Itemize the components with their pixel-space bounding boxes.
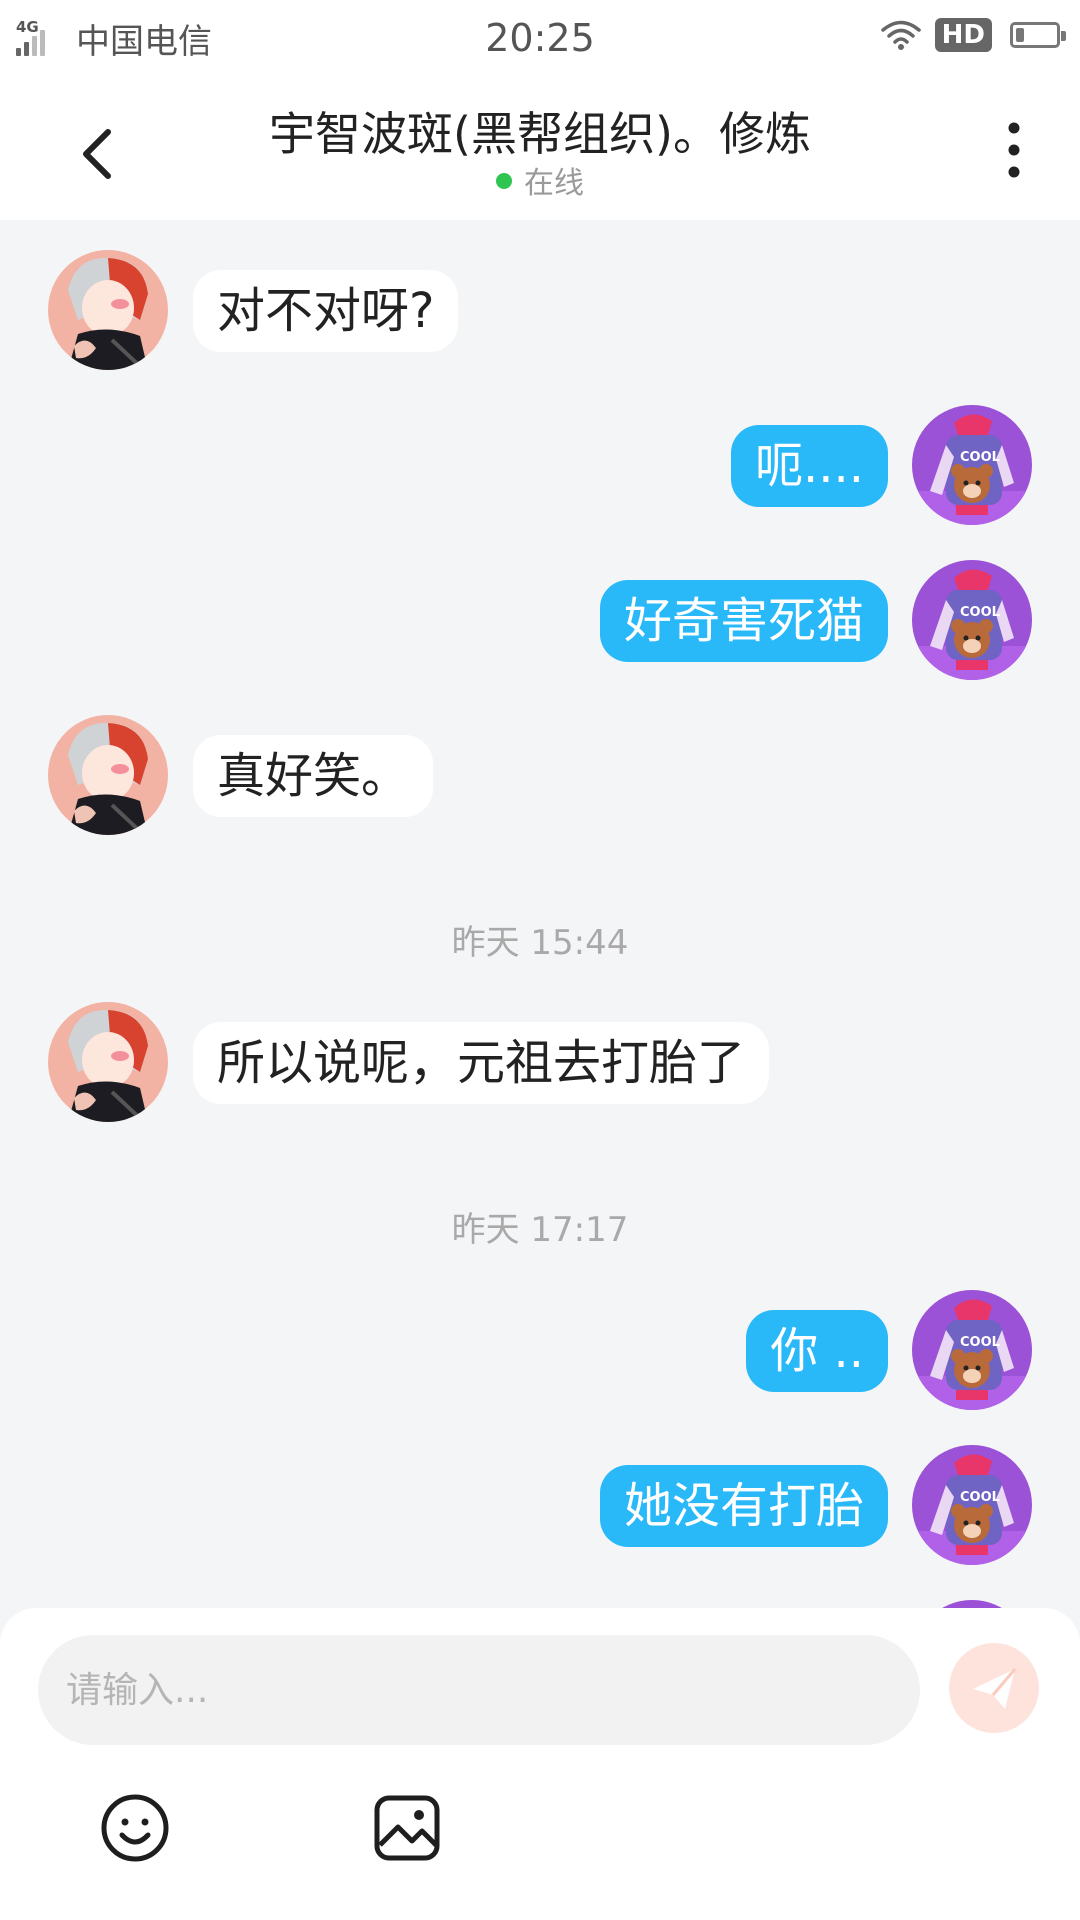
input-panel	[0, 1608, 1080, 1920]
my-avatar[interactable]	[912, 1445, 1032, 1565]
contact-avatar[interactable]	[48, 1002, 168, 1122]
message-bubble[interactable]: 好奇害死猫	[599, 580, 888, 662]
status-bar: 4G 中国电信 20:25 HD	[0, 0, 1080, 80]
timestamp-label: 昨天 15:44	[451, 923, 629, 963]
emoji-button[interactable]	[98, 1791, 172, 1865]
emoji-icon	[101, 1794, 169, 1862]
message-bubble[interactable]: 对不对呀?	[193, 270, 459, 352]
contact-avatar[interactable]	[48, 250, 168, 370]
hd-icon: HD	[934, 18, 992, 52]
message-bubble[interactable]: 所以说呢，元祖去打胎了	[193, 1022, 770, 1104]
my-avatar[interactable]	[912, 560, 1032, 680]
more-options-button[interactable]	[990, 118, 1040, 188]
message-bubble[interactable]: 呃....	[730, 425, 888, 507]
online-dot-icon	[496, 172, 512, 189]
my-avatar[interactable]	[912, 405, 1032, 525]
message-bubble[interactable]: 你 ..	[746, 1310, 888, 1392]
online-status-label: 在线	[524, 166, 584, 201]
send-icon	[973, 1668, 1017, 1709]
timestamp-label: 昨天 17:17	[451, 1210, 629, 1250]
wifi-icon	[880, 20, 921, 50]
contact-avatar[interactable]	[48, 715, 168, 835]
more-vertical-icon	[1008, 122, 1020, 178]
online-status: 在线	[0, 158, 1080, 202]
my-avatar[interactable]	[912, 1290, 1032, 1410]
image-icon	[374, 1795, 440, 1861]
image-button[interactable]	[370, 1791, 444, 1865]
status-right: HD	[880, 18, 1066, 52]
battery-icon	[1010, 22, 1066, 48]
message-list[interactable]: 对不对呀? 呃.... 好奇害死猫 真好笑。 昨天 15:44 所以说呢，元祖去…	[0, 220, 1080, 1610]
message-bubble[interactable]: 她没有打胎	[599, 1465, 888, 1547]
message-bubble[interactable]: 真好笑。	[193, 735, 434, 817]
send-button[interactable]	[949, 1643, 1039, 1733]
chat-header: 宇智波斑(黑帮组织)。修炼 在线	[0, 80, 1080, 220]
chat-title: 宇智波斑(黑帮组织)。修炼	[269, 107, 811, 161]
message-input[interactable]	[38, 1635, 920, 1745]
